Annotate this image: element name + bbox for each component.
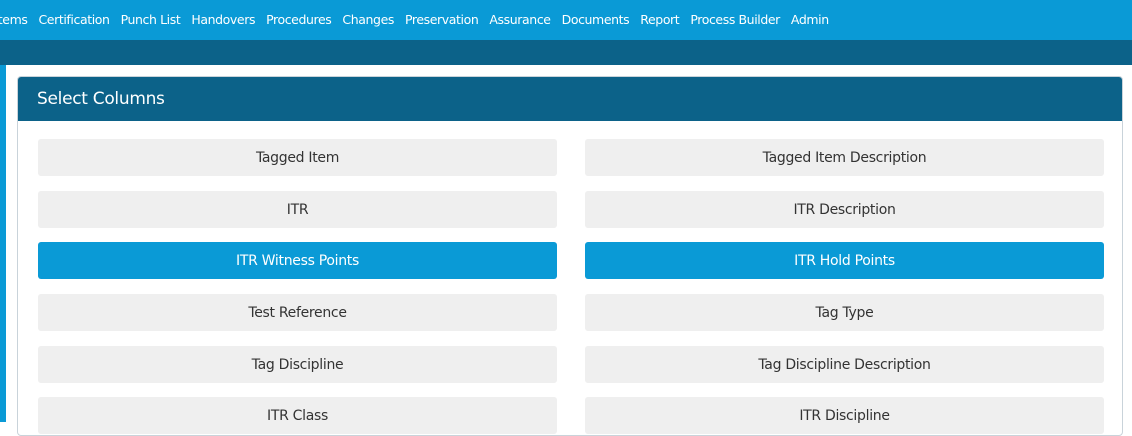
column-toggle-itr-hold-points[interactable]: ITR Hold Points [585, 242, 1104, 279]
column-toggle-itr-description[interactable]: ITR Description [585, 191, 1104, 228]
column-toggle-itr-witness-points[interactable]: ITR Witness Points [38, 242, 557, 279]
nav-assurance[interactable]: Assurance [484, 0, 556, 40]
column-toggle-tag-discipline[interactable]: Tag Discipline [38, 346, 557, 383]
top-navigation-bar: Items Certification Punch List Handovers… [0, 0, 1132, 40]
nav-certification[interactable]: Certification [33, 0, 115, 40]
select-columns-panel: Select Columns Tagged Item Tagged Item D… [17, 76, 1123, 436]
nav-report[interactable]: Report [635, 0, 685, 40]
sub-navigation-bar [0, 40, 1132, 65]
nav-handovers[interactable]: Handovers [186, 0, 261, 40]
nav-items[interactable]: Items [0, 0, 33, 40]
nav-admin[interactable]: Admin [785, 0, 834, 40]
nav-preservation[interactable]: Preservation [399, 0, 483, 40]
nav-process-builder[interactable]: Process Builder [685, 0, 786, 40]
column-toggle-tagged-item-description[interactable]: Tagged Item Description [585, 139, 1104, 176]
column-toggle-itr-discipline[interactable]: ITR Discipline [585, 397, 1104, 434]
nav-punch-list[interactable]: Punch List [115, 0, 186, 40]
nav-procedures[interactable]: Procedures [261, 0, 337, 40]
column-toggle-tag-type[interactable]: Tag Type [585, 294, 1104, 331]
column-toggle-tag-discipline-description[interactable]: Tag Discipline Description [585, 346, 1104, 383]
nav-changes[interactable]: Changes [337, 0, 400, 40]
nav-documents[interactable]: Documents [556, 0, 635, 40]
column-toggle-tagged-item[interactable]: Tagged Item [38, 139, 557, 176]
column-toggle-itr[interactable]: ITR [38, 191, 557, 228]
panel-title: Select Columns [18, 77, 1122, 121]
column-toggle-test-reference[interactable]: Test Reference [38, 294, 557, 331]
column-toggle-itr-class[interactable]: ITR Class [38, 397, 557, 434]
